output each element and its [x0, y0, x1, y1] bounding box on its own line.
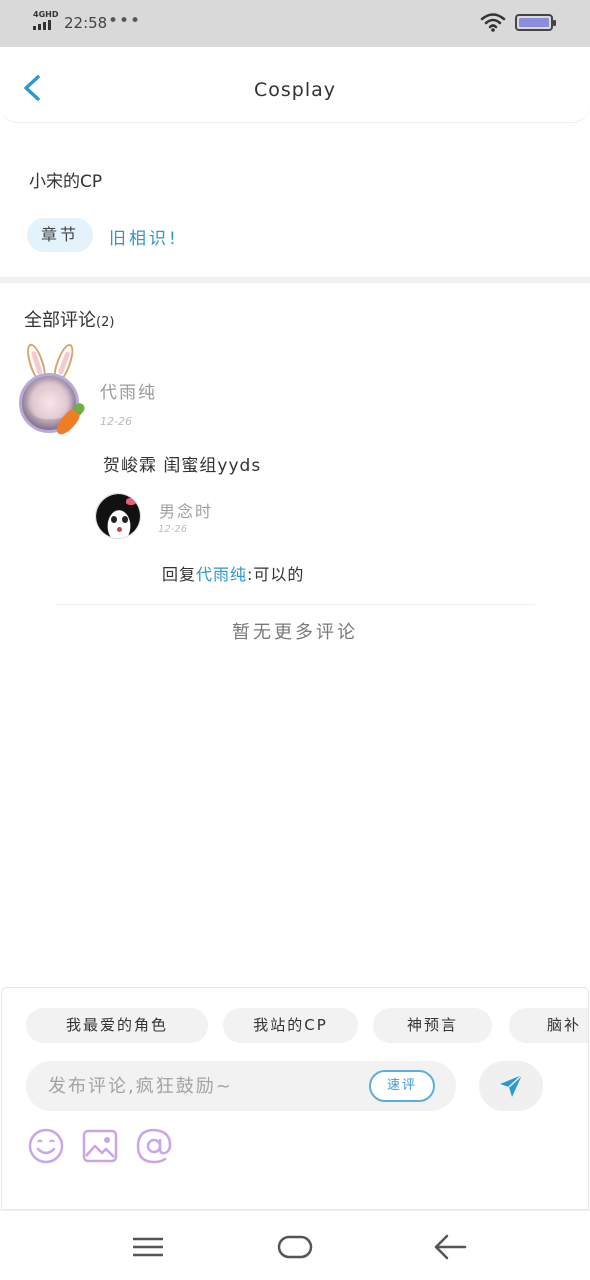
send-icon: [500, 1074, 523, 1097]
divider: [55, 604, 535, 605]
reply-user-name[interactable]: 男念时: [159, 498, 213, 522]
reply-avatar[interactable]: [95, 493, 141, 539]
quick-tag-chip[interactable]: 脑补: [509, 1008, 588, 1043]
header: Cosplay: [0, 47, 590, 123]
quick-tag-chip[interactable]: 我最爱的角色: [26, 1008, 208, 1043]
home-icon[interactable]: [277, 1235, 313, 1259]
reply-date: 12-26: [158, 524, 188, 535]
commenter-name[interactable]: 代雨纯: [100, 378, 157, 403]
comments-heading-label: 全部评论: [24, 310, 96, 331]
chapter-name[interactable]: 旧相识!: [109, 224, 179, 249]
battery-icon: [515, 14, 556, 31]
avatar[interactable]: [17, 341, 93, 438]
comment-date: 12-26: [100, 415, 132, 428]
status-time: 22:58: [64, 14, 108, 32]
signal-icon: [33, 20, 51, 30]
system-nav-bar: [0, 1210, 590, 1280]
reply-prefix: 回复: [162, 565, 197, 584]
network-indicator: 4GHD: [33, 10, 59, 19]
reply-mention[interactable]: 代雨纯: [196, 565, 247, 584]
quick-comment-button[interactable]: 速评: [369, 1070, 435, 1102]
section-divider: [0, 277, 590, 283]
quick-tag-chip[interactable]: 神预言: [373, 1008, 492, 1043]
comment-composer: 我最爱的角色 我站的CP 神预言 脑补 速评: [1, 987, 589, 1210]
back-nav-icon[interactable]: [433, 1232, 467, 1262]
comments-heading: 全部评论(2): [24, 306, 114, 332]
quick-tag-chip[interactable]: 我站的CP: [223, 1008, 358, 1043]
mention-icon[interactable]: [134, 1126, 174, 1166]
send-button[interactable]: [479, 1061, 543, 1111]
menu-icon[interactable]: [131, 1235, 165, 1259]
page-title: Cosplay: [253, 79, 337, 101]
comment-count: (2): [96, 315, 115, 330]
reply-text[interactable]: 回复代雨纯:可以的: [162, 561, 304, 585]
reply-body: :可以的: [247, 565, 305, 584]
chapter-tag: 章节: [27, 218, 93, 252]
no-more-comments: 暂无更多评论: [232, 622, 358, 643]
emoji-icon[interactable]: [26, 1126, 66, 1166]
work-title: 小宋的CP: [29, 172, 103, 192]
comment-text[interactable]: 贺峻霖 闺蜜组yyds: [103, 451, 261, 476]
notification-dots: •••: [108, 11, 142, 31]
wifi-icon: [480, 13, 506, 32]
status-bar: 4GHD 22:58 •••: [0, 0, 590, 47]
image-icon[interactable]: [80, 1126, 120, 1166]
